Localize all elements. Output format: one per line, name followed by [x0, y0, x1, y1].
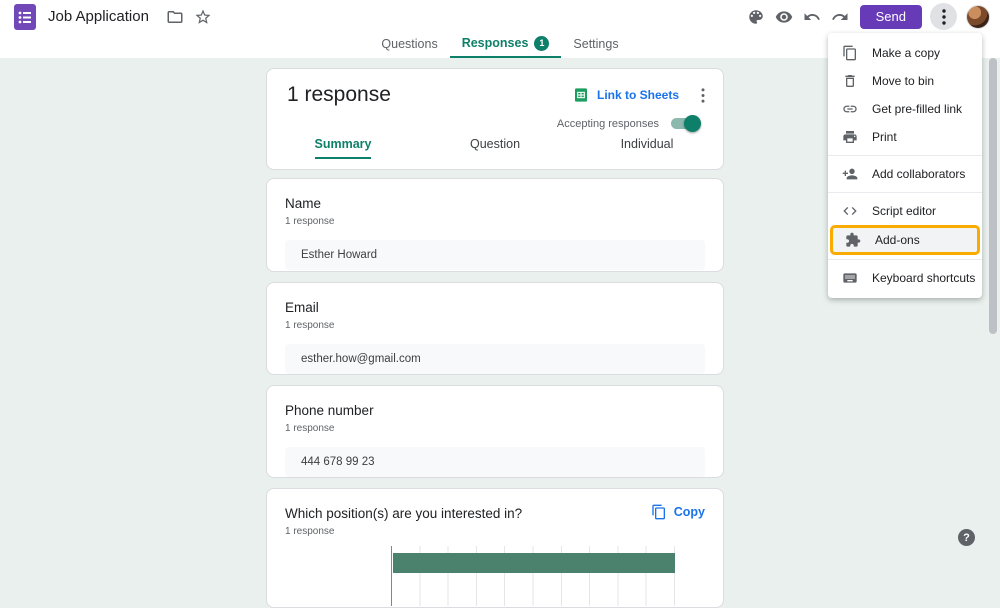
menu-item-label: Make a copy — [872, 46, 940, 60]
form-title[interactable]: Job Application — [48, 8, 149, 25]
summary-view-tabs: Summary Question Individual — [267, 128, 723, 169]
question-response-count: 1 response — [285, 526, 705, 537]
menu-separator — [828, 192, 982, 193]
tab-summary[interactable]: Summary — [267, 128, 419, 169]
question-title: Which position(s) are you interested in? — [285, 506, 522, 521]
menu-item-add-ons[interactable]: Add-ons — [830, 225, 980, 255]
tab-questions-label: Questions — [381, 37, 437, 51]
copy-icon — [651, 504, 667, 520]
responses-count-badge: 1 — [534, 36, 549, 51]
menu-item-label: Print — [872, 130, 897, 144]
undo-icon[interactable] — [803, 8, 821, 26]
menu-item-label: Get pre-filled link — [872, 102, 962, 116]
link-icon — [842, 101, 858, 117]
tab-question-label: Question — [470, 137, 520, 159]
menu-separator — [828, 155, 982, 156]
menu-separator — [828, 259, 982, 260]
menu-item-label: Script editor — [872, 204, 936, 218]
chart-plot-area — [391, 546, 675, 606]
vertical-scrollbar[interactable] — [989, 58, 997, 334]
help-button[interactable]: ? — [958, 529, 975, 546]
answer-value: 444 678 99 23 — [285, 447, 705, 477]
question-response-count: 1 response — [285, 320, 705, 331]
link-to-sheets-label: Link to Sheets — [597, 88, 679, 102]
question-card-name: Name 1 response Esther Howard — [266, 178, 724, 272]
menu-item-make-a-copy[interactable]: Make a copy — [828, 39, 982, 67]
summary-kebab-icon[interactable] — [701, 88, 705, 103]
send-button[interactable]: Send — [860, 5, 922, 29]
menu-item-print[interactable]: Print — [828, 123, 982, 151]
add-collaborators-icon — [842, 166, 858, 182]
menu-item-get-pre-filled-link[interactable]: Get pre-filled link — [828, 95, 982, 123]
tab-responses-label: Responses — [462, 36, 529, 50]
question-response-count: 1 response — [285, 423, 705, 434]
tab-settings[interactable]: Settings — [561, 33, 630, 58]
redo-icon[interactable] — [831, 8, 849, 26]
tab-individual-label: Individual — [621, 137, 674, 159]
menu-item-keyboard-shortcuts[interactable]: Keyboard shortcuts — [828, 264, 982, 292]
copy-icon — [842, 45, 858, 61]
menu-item-move-to-bin[interactable]: Move to bin — [828, 67, 982, 95]
preview-eye-icon[interactable] — [775, 8, 793, 26]
kebab-menu-icon — [942, 9, 946, 25]
tab-settings-label: Settings — [573, 37, 618, 51]
puzzle-icon — [845, 232, 861, 248]
keyboard-icon — [842, 270, 858, 286]
responses-summary-card: 1 response Link to Sheets Accepting resp… — [266, 68, 724, 170]
question-title: Name — [285, 196, 705, 211]
topbar: Job Application Send — [0, 0, 1000, 33]
tab-responses[interactable]: Responses 1 — [450, 33, 562, 58]
tab-question[interactable]: Question — [419, 128, 571, 169]
copy-label: Copy — [674, 505, 705, 519]
tab-questions[interactable]: Questions — [369, 33, 449, 58]
menu-item-script-editor[interactable]: Script editor — [828, 197, 982, 225]
menu-item-label: Keyboard shortcuts — [872, 271, 975, 285]
trash-icon — [842, 73, 858, 89]
move-to-folder-icon[interactable] — [166, 8, 184, 26]
copy-chart-button[interactable]: Copy — [651, 504, 705, 520]
question-title: Email — [285, 300, 705, 315]
positions-bar-chart — [391, 546, 675, 606]
theme-palette-icon[interactable] — [747, 8, 765, 26]
question-title: Phone number — [285, 403, 705, 418]
menu-item-label: Add collaborators — [872, 167, 965, 181]
avatar[interactable] — [966, 5, 990, 29]
more-options-button[interactable] — [930, 3, 957, 30]
question-response-count: 1 response — [285, 216, 705, 227]
more-options-menu: Make a copy Move to bin Get pre-filled l… — [828, 33, 982, 298]
answer-value: Esther Howard — [285, 240, 705, 270]
print-icon — [842, 129, 858, 145]
answer-value: esther.how@gmail.com — [285, 344, 705, 374]
code-icon — [842, 203, 858, 219]
google-forms-logo-icon[interactable] — [14, 4, 36, 30]
chart-bar — [393, 553, 675, 573]
tab-individual[interactable]: Individual — [571, 128, 723, 169]
google-sheets-icon — [573, 87, 589, 103]
menu-item-label: Move to bin — [872, 74, 934, 88]
menu-item-label: Add-ons — [875, 233, 920, 247]
link-to-sheets-button[interactable]: Link to Sheets — [573, 87, 679, 103]
tab-summary-label: Summary — [315, 137, 372, 159]
response-count-title: 1 response — [287, 83, 391, 107]
question-card-positions: Which position(s) are you interested in?… — [266, 488, 724, 608]
menu-item-add-collaborators[interactable]: Add collaborators — [828, 160, 982, 188]
star-icon[interactable] — [194, 8, 212, 26]
question-card-phone: Phone number 1 response 444 678 99 23 — [266, 385, 724, 478]
question-card-email: Email 1 response esther.how@gmail.com — [266, 282, 724, 375]
